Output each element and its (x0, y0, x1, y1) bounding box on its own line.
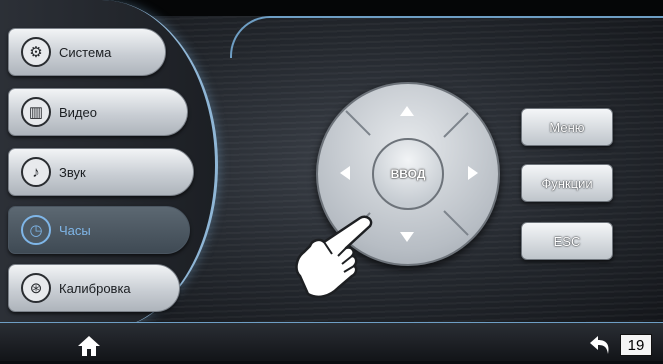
film-icon: ▥ (21, 97, 51, 127)
esc-button[interactable]: ESC (521, 222, 613, 260)
enter-button[interactable]: ВВОД (372, 138, 444, 210)
sidebar-item-label: Звук (59, 164, 86, 180)
dpad-divider (443, 210, 469, 236)
sidebar-item-calibration[interactable]: ⊛ Калибровка (8, 264, 180, 312)
dpad-divider (345, 110, 371, 136)
page-number: 19 (620, 334, 652, 356)
menu-button[interactable]: Меню (521, 108, 613, 146)
arrow-left-button[interactable] (340, 166, 350, 180)
pointing-hand-icon (295, 215, 373, 299)
home-icon[interactable] (76, 334, 102, 358)
sidebar-item-sound[interactable]: ♪ Звук (8, 148, 194, 196)
gear-icon: ⚙ (21, 37, 51, 67)
dpad-divider (443, 112, 469, 138)
back-arrow-icon[interactable] (588, 332, 614, 356)
sidebar-item-system[interactable]: ⚙ Система (8, 28, 166, 76)
decorative-arc (230, 16, 663, 58)
functions-button[interactable]: Функции (521, 164, 613, 202)
sidebar-item-label: Система (59, 44, 112, 60)
screen: ⚙ Система ▥ Видео ♪ Звук ◷ Часы ⊛ Калибр… (0, 0, 663, 361)
arrow-down-button[interactable] (400, 232, 414, 242)
sidebar-item-label: Калибровка (59, 280, 131, 296)
sidebar-item-label: Часы (59, 222, 91, 238)
sidebar-item-clock[interactable]: ◷ Часы (8, 206, 190, 254)
arrow-up-button[interactable] (400, 106, 414, 116)
arrow-right-button[interactable] (468, 166, 478, 180)
sidebar-item-video[interactable]: ▥ Видео (8, 88, 188, 136)
clock-icon: ◷ (21, 215, 51, 245)
sidebar-item-label: Видео (59, 104, 97, 120)
music-note-icon: ♪ (21, 157, 51, 187)
calibration-icon: ⊛ (21, 273, 51, 303)
